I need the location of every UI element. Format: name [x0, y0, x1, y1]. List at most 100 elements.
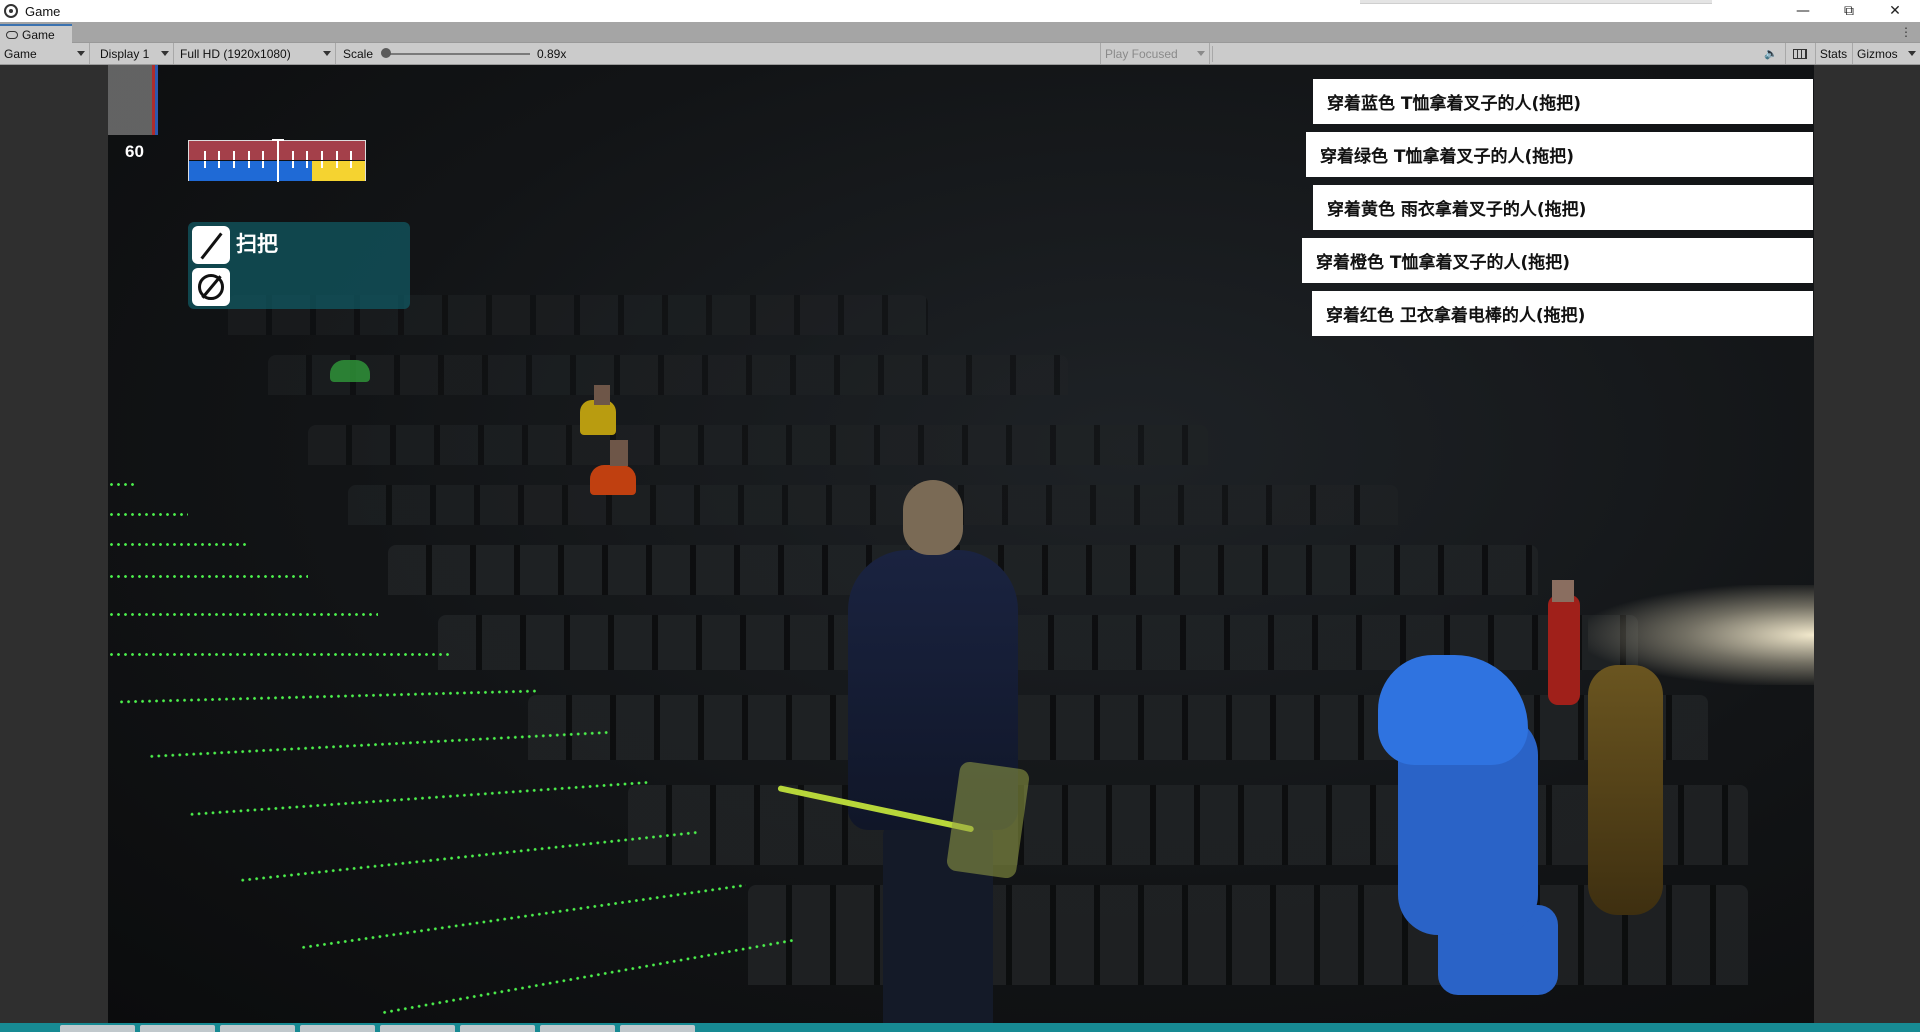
- meter-tick: [248, 151, 250, 160]
- close-button[interactable]: ✕: [1872, 0, 1918, 22]
- stair-light: [108, 613, 378, 616]
- restore-button[interactable]: ⧉: [1826, 0, 1872, 22]
- taskbar-item[interactable]: [540, 1025, 615, 1032]
- target-label: 穿着黄色 雨衣拿着叉子的人(拖把): [1327, 200, 1587, 220]
- view-mode-value: Game: [4, 46, 37, 61]
- taskbar-item[interactable]: [620, 1025, 695, 1032]
- none-icon: [198, 274, 224, 300]
- scale-slider-handle[interactable]: [381, 48, 391, 58]
- display-value: Display 1: [100, 46, 150, 61]
- grid-icon: [1792, 48, 1807, 59]
- speaker-icon[interactable]: 🔈: [1760, 43, 1782, 64]
- meter-tick: [262, 161, 264, 168]
- resolution-dropdown[interactable]: Full HD (1920x1080): [176, 43, 336, 64]
- more-options-icon[interactable]: ⋮: [1900, 25, 1912, 39]
- resolution-value: Full HD (1920x1080): [180, 46, 291, 61]
- npc-yellow: [580, 400, 616, 435]
- stats-label: Stats: [1819, 46, 1848, 61]
- target-label: 穿着蓝色 T恤拿着叉子的人(拖把): [1327, 94, 1582, 114]
- target-item: 穿着蓝色 T恤拿着叉子的人(拖把): [1313, 79, 1813, 124]
- meter-tick: [306, 151, 308, 160]
- target-label: 穿着绿色 T恤拿着叉子的人(拖把): [1320, 147, 1575, 167]
- stair-light: [108, 543, 248, 546]
- tab-bar: Game ⋮: [0, 22, 1920, 43]
- npc-orange: [590, 465, 636, 495]
- overlay-bar: [1360, 0, 1712, 4]
- chevron-down-icon: [1908, 51, 1916, 56]
- seat-row: [308, 425, 1208, 465]
- fps-counter: 60: [125, 142, 144, 161]
- meter-tick: [336, 161, 338, 168]
- meter-tick: [336, 151, 338, 160]
- taskbar-item[interactable]: [60, 1025, 135, 1032]
- meter-tick: [262, 151, 264, 160]
- inventory-slot-2[interactable]: [192, 268, 230, 306]
- chevron-down-icon: [323, 51, 331, 56]
- npc-yellow-head: [594, 385, 610, 405]
- minimize-button[interactable]: —: [1780, 0, 1826, 22]
- meter-tick: [350, 161, 352, 168]
- meter-tick: [204, 161, 206, 168]
- npc-red-head: [1552, 580, 1574, 602]
- npc-orange-head: [610, 440, 628, 466]
- gizmos-dropdown[interactable]: Gizmos: [1852, 43, 1920, 64]
- taskbar-item[interactable]: [460, 1025, 535, 1032]
- view-mode-dropdown[interactable]: Game: [0, 43, 90, 64]
- balance-meter: [188, 139, 366, 182]
- window-title-bar: Game — ⧉ ✕: [0, 0, 1920, 22]
- seat-row: [268, 355, 1068, 395]
- stair-light: [108, 653, 453, 656]
- target-item: 穿着黄色 雨衣拿着叉子的人(拖把): [1313, 185, 1813, 230]
- meter-tick: [306, 161, 308, 168]
- meter-tick: [321, 151, 323, 160]
- chevron-down-icon: [161, 51, 169, 56]
- unity-logo-icon: [4, 4, 18, 18]
- mute-toggle[interactable]: [1212, 46, 1234, 62]
- taskbar-item[interactable]: [300, 1025, 375, 1032]
- stair-light: [108, 575, 308, 578]
- gizmos-label: Gizmos: [1857, 46, 1898, 61]
- meter-fill: [312, 161, 365, 181]
- seat-row: [348, 485, 1398, 525]
- scale-slider-track[interactable]: [385, 53, 530, 55]
- scale-value: 0.89x: [537, 47, 567, 61]
- meter-tick: [350, 151, 352, 160]
- taskbar-item[interactable]: [220, 1025, 295, 1032]
- meter-needle: [272, 139, 284, 182]
- target-label: 穿着红色 卫衣拿着电棒的人(拖把): [1326, 306, 1586, 326]
- target-item: 穿着橙色 T恤拿着叉子的人(拖把): [1302, 238, 1813, 283]
- meter-tick: [292, 161, 294, 168]
- display-dropdown[interactable]: Display 1: [96, 43, 174, 64]
- inventory-slot-1-label: 扫把: [236, 232, 278, 256]
- meter-tick: [233, 161, 235, 168]
- meter-tick: [233, 151, 235, 160]
- gamepad-icon: [6, 30, 18, 39]
- game-toolbar: Game Display 1 Full HD (1920x1080) Scale…: [0, 43, 1920, 65]
- scale-label: Scale: [343, 47, 374, 61]
- meter-tick: [218, 161, 220, 168]
- taskbar-item[interactable]: [380, 1025, 455, 1032]
- taskbar: [0, 1023, 1920, 1032]
- player-head: [903, 480, 963, 555]
- meter-tick: [321, 161, 323, 168]
- meter-tick: [248, 161, 250, 168]
- play-focused-dropdown[interactable]: Play Focused: [1100, 43, 1210, 64]
- play-focused-value: Play Focused: [1105, 46, 1178, 61]
- seat-row: [628, 785, 1748, 865]
- target-label: 穿着橙色 T恤拿着叉子的人(拖把): [1316, 253, 1571, 273]
- meter-tick: [218, 151, 220, 160]
- stair-light: [108, 513, 188, 516]
- taskbar-item[interactable]: [140, 1025, 215, 1032]
- npc-red: [1548, 595, 1580, 705]
- chevron-down-icon: [1197, 51, 1205, 56]
- chevron-down-icon: [77, 51, 85, 56]
- target-item: 穿着红色 卫衣拿着电棒的人(拖把): [1312, 291, 1813, 336]
- meter-tick: [204, 151, 206, 160]
- npc-green: [330, 360, 370, 382]
- tab-game[interactable]: Game: [0, 24, 72, 43]
- stair-light: [108, 483, 138, 486]
- aspect-toggle[interactable]: [1785, 43, 1813, 64]
- tab-game-label: Game: [22, 27, 55, 42]
- inventory-slot-1[interactable]: [192, 226, 230, 264]
- stats-button[interactable]: Stats: [1815, 43, 1851, 64]
